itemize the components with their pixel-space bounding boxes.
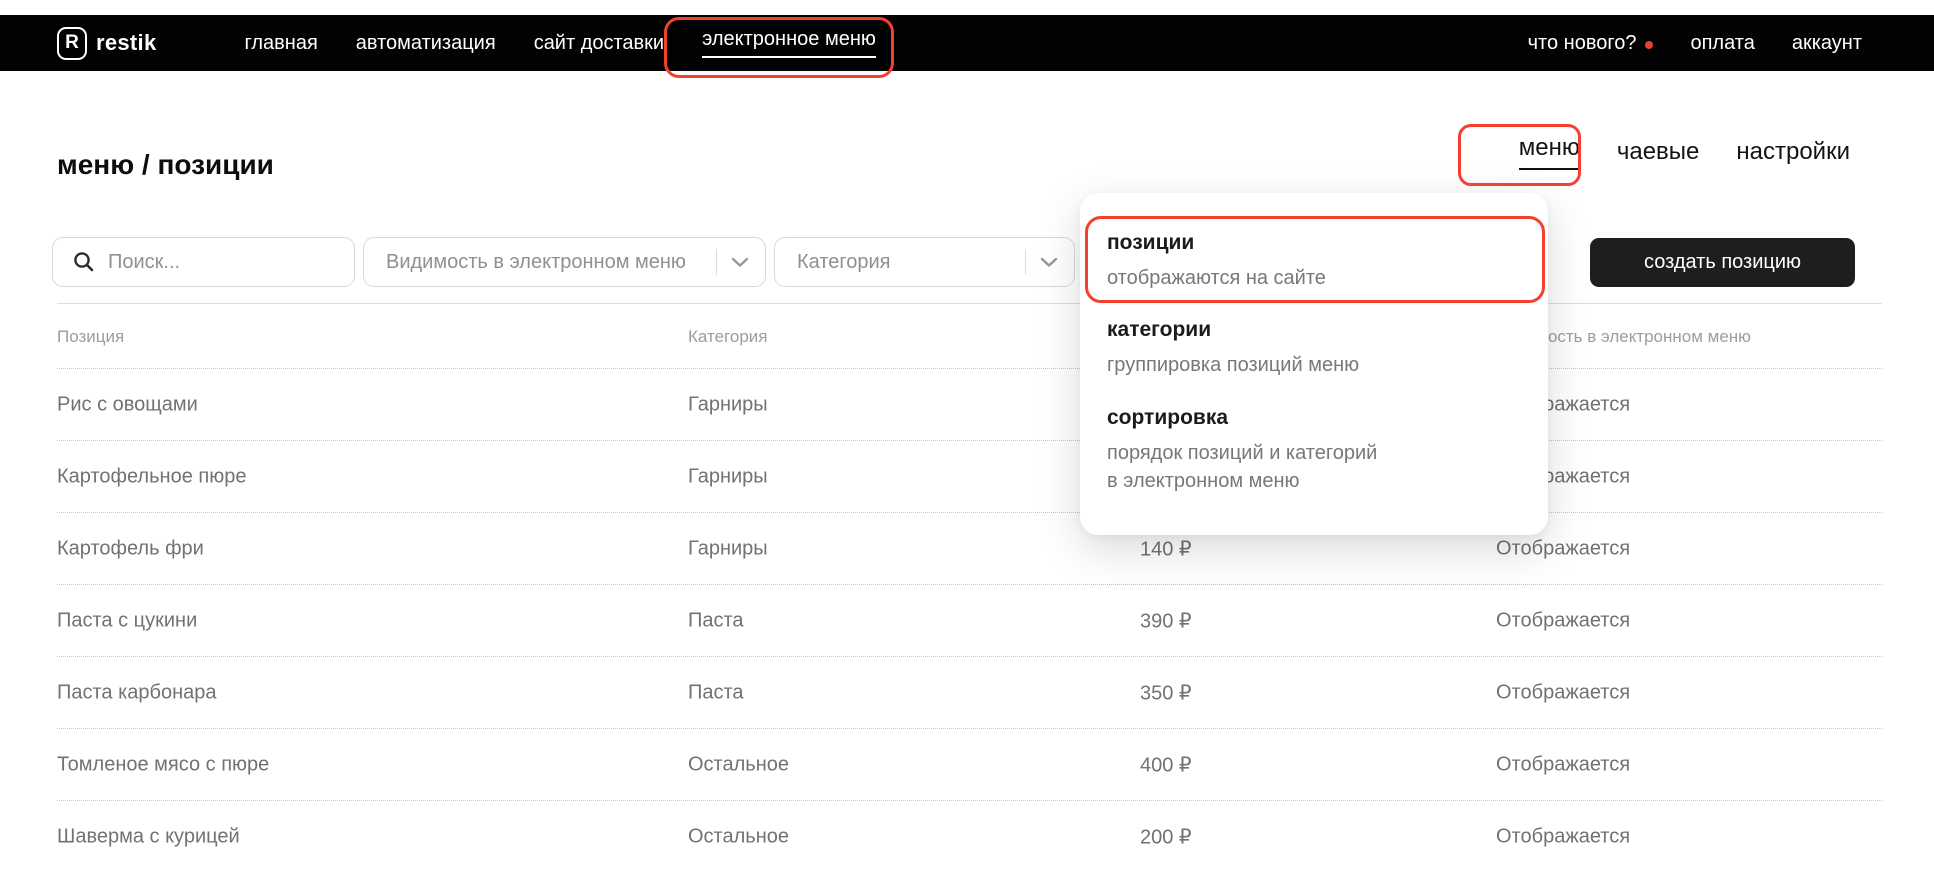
cell-visibility: Отображается <box>1496 826 1630 849</box>
table-row[interactable]: Картофель фри Гарниры 140 ₽ Отображается <box>57 512 1882 585</box>
select-divider <box>716 249 717 275</box>
dropdown-item-subtitle-line1: порядок позиций и категорий <box>1107 442 1377 464</box>
column-header-position: Позиция <box>57 327 124 347</box>
chevron-down-icon <box>1040 257 1058 268</box>
table-row[interactable]: Рис с овощами Гарниры Отображается <box>57 368 1882 441</box>
cell-category: Остальное <box>688 754 789 777</box>
table-row[interactable]: Паста с цукини Паста 390 ₽ Отображается <box>57 584 1882 657</box>
cell-category: Гарниры <box>688 466 768 489</box>
restik-logo[interactable]: R restik <box>57 27 157 60</box>
table-row[interactable]: Паста карбонара Паста 350 ₽ Отображается <box>57 656 1882 729</box>
dropdown-item-categories[interactable]: категории группировка позиций меню <box>1107 318 1359 379</box>
dropdown-item-title: позиции <box>1107 231 1326 255</box>
search-placeholder: Поиск... <box>108 251 180 274</box>
cell-category: Остальное <box>688 826 789 849</box>
cell-visibility: Отображается <box>1496 754 1630 777</box>
cell-position: Шаверма с курицей <box>57 826 240 849</box>
cell-position: Картофельное пюре <box>57 466 246 489</box>
tab-chaevye[interactable]: чаевые <box>1617 138 1700 166</box>
dropdown-item-title: сортировка <box>1107 406 1377 430</box>
nav-item-glavnaya[interactable]: главная <box>245 32 318 55</box>
cell-position: Паста с цукини <box>57 610 197 633</box>
chevron-down-icon <box>731 257 749 268</box>
nav-item-whats-new[interactable]: что нового? <box>1528 32 1654 55</box>
visibility-filter-label: Видимость в электронном меню <box>386 251 686 274</box>
cell-price: 390 ₽ <box>1140 609 1192 634</box>
topnav-right: что нового? оплата аккаунт <box>1528 32 1934 55</box>
cell-position: Картофель фри <box>57 538 204 561</box>
cell-category: Гарниры <box>688 394 768 417</box>
restik-logo-text: restik <box>96 30 157 56</box>
notification-dot <box>1645 41 1653 49</box>
dropdown-item-subtitle: отображаются на сайте <box>1107 264 1326 292</box>
dropdown-item-subtitle: группировка позиций меню <box>1107 351 1359 379</box>
table-row[interactable]: Картофельное пюре Гарниры Отображается <box>57 440 1882 513</box>
topnav-items: главная автоматизация сайт доставки элек… <box>245 28 876 58</box>
cell-visibility: Отображается <box>1496 682 1630 705</box>
cell-position: Томленое мясо с пюре <box>57 754 269 777</box>
dropdown-item-subtitle-line2: в электронном меню <box>1107 470 1300 492</box>
select-divider <box>1025 249 1026 275</box>
section-tabs: меню чаевые настройки <box>1519 134 1850 170</box>
visibility-filter-select[interactable]: Видимость в электронном меню <box>363 237 766 287</box>
column-header-category: Категория <box>688 327 767 347</box>
table-header-row: Позиция Категория Видимость в электронно… <box>57 303 1882 369</box>
category-filter-select[interactable]: Категория <box>774 237 1075 287</box>
dropdown-item-subtitle: порядок позиций и категорий в электронно… <box>1107 439 1377 495</box>
app-window: R restik главная автоматизация сайт дост… <box>0 0 1934 876</box>
dropdown-item-title: категории <box>1107 318 1359 342</box>
cell-category: Паста <box>688 682 744 705</box>
dropdown-item-sorting[interactable]: сортировка порядок позиций и категорий в… <box>1107 406 1377 495</box>
category-filter-label: Категория <box>797 251 891 274</box>
cell-price: 400 ₽ <box>1140 753 1192 778</box>
cell-price: 350 ₽ <box>1140 681 1192 706</box>
nav-item-sait-dostavki[interactable]: сайт доставки <box>534 32 664 55</box>
topnav-left: R restik главная автоматизация сайт дост… <box>0 27 876 60</box>
menu-dropdown-panel: позиции отображаются на сайте категории … <box>1080 193 1548 535</box>
nav-item-akkaunt[interactable]: аккаунт <box>1792 32 1862 55</box>
create-position-button[interactable]: создать позицию <box>1590 238 1855 287</box>
search-input[interactable]: Поиск... <box>52 237 355 287</box>
cell-price: 200 ₽ <box>1140 825 1192 850</box>
cell-position: Паста карбонара <box>57 682 217 705</box>
whats-new-label: что нового? <box>1528 32 1637 55</box>
nav-item-oplata[interactable]: оплата <box>1690 32 1754 55</box>
restik-logo-icon: R <box>57 27 87 60</box>
cell-visibility: Отображается <box>1496 538 1630 561</box>
search-icon <box>73 251 95 273</box>
cell-price: 140 ₽ <box>1140 537 1192 562</box>
table-row[interactable]: Томленое мясо с пюре Остальное 400 ₽ Ото… <box>57 728 1882 801</box>
nav-item-avtomatizaciya[interactable]: автоматизация <box>356 32 496 55</box>
tab-menu[interactable]: меню <box>1519 134 1580 170</box>
nav-item-electronnoe-menu[interactable]: электронное меню <box>702 28 876 58</box>
top-navigation-bar: R restik главная автоматизация сайт дост… <box>0 15 1934 71</box>
tab-nastroyki[interactable]: настройки <box>1736 138 1850 166</box>
cell-category: Гарниры <box>688 538 768 561</box>
cell-position: Рис с овощами <box>57 394 198 417</box>
visibility-filter-controls <box>716 238 765 286</box>
table-row[interactable]: Шаверма с курицей Остальное 200 ₽ Отобра… <box>57 800 1882 873</box>
cell-visibility: Отображается <box>1496 610 1630 633</box>
category-filter-controls <box>1025 238 1074 286</box>
cell-category: Паста <box>688 610 744 633</box>
page-title: меню / позиции <box>57 149 274 181</box>
dropdown-item-positions[interactable]: позиции отображаются на сайте <box>1107 231 1326 292</box>
